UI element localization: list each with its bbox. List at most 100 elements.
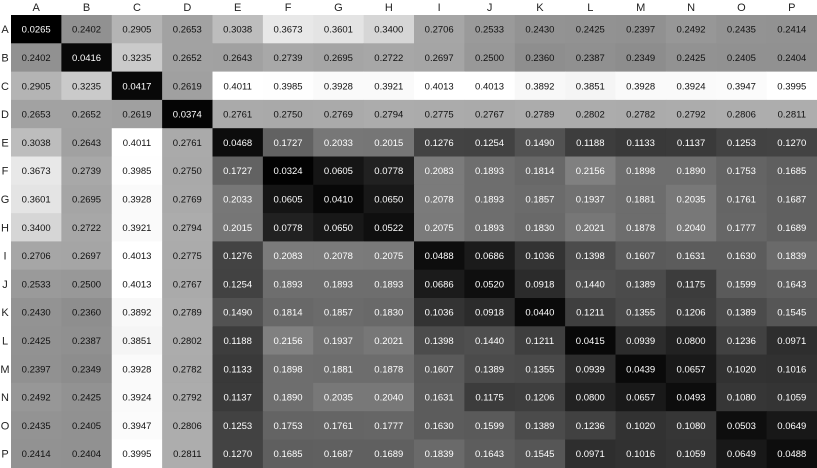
cell-value-label: 0.1236	[576, 421, 605, 432]
cell-value-label: 0.0657	[626, 393, 655, 404]
y-tick-label: A	[1, 24, 9, 36]
cell-value-label: 0.1440	[475, 336, 504, 347]
cell-value-label: 0.0439	[626, 364, 655, 375]
cell-value-label: 0.2435	[22, 421, 51, 432]
cell-value-label: 0.3947	[122, 421, 151, 432]
cell-value-label: 0.1893	[475, 166, 504, 177]
cell-value-label: 0.0522	[374, 223, 403, 234]
cell-value-label: 0.0939	[576, 364, 605, 375]
cell-value-label: 0.1599	[727, 279, 756, 290]
cell-value-label: 0.1687	[324, 449, 353, 460]
cell-value-label: 0.1254	[223, 279, 252, 290]
cell-value-label: 0.1440	[576, 279, 605, 290]
cell-value-label: 0.2075	[374, 251, 403, 262]
cell-value-label: 0.2802	[576, 110, 605, 121]
cell-value-label: 0.2425	[576, 25, 605, 36]
cell-value-label: 0.0918	[525, 279, 554, 290]
cell-value-label: 0.2789	[173, 308, 202, 319]
cell-value-label: 0.2387	[72, 336, 101, 347]
x-tick-label: G	[334, 2, 343, 14]
cell-value-label: 0.2750	[274, 110, 303, 121]
cell-value-label: 0.0657	[677, 364, 706, 375]
cell-value-label: 0.4011	[224, 81, 252, 92]
cell-value-label: 0.3601	[324, 25, 353, 36]
x-tick-label: P	[788, 2, 795, 14]
cell-value-label: 0.1839	[425, 449, 454, 460]
y-tick-label: D	[1, 109, 9, 121]
cell-value-label: 0.2033	[223, 194, 252, 205]
cell-value-label: 0.2349	[72, 364, 101, 375]
cell-value-label: 0.1175	[677, 279, 705, 290]
cell-value-label: 0.1630	[727, 251, 756, 262]
y-tick-label: H	[1, 222, 9, 234]
cell-value-label: 0.1211	[526, 336, 554, 347]
cell-value-label: 0.2802	[173, 336, 202, 347]
cell-value-label: 0.2769	[324, 110, 353, 121]
cell-value-label: 0.3038	[223, 25, 252, 36]
x-tick-label: L	[587, 2, 593, 14]
cell-value-label: 0.0649	[777, 421, 806, 432]
cell-value-label: 0.3038	[22, 138, 51, 149]
cell-value-label: 0.0265	[22, 25, 51, 36]
cell-value-label: 0.1777	[374, 421, 403, 432]
cell-value-label: 0.2794	[173, 223, 202, 234]
cell-value-label: 0.1059	[677, 449, 706, 460]
cell-value-label: 0.0417	[122, 81, 151, 92]
cell-value-label: 0.2360	[72, 308, 101, 319]
cell-value-label: 0.3924	[122, 393, 151, 404]
x-tick-label: J	[487, 2, 493, 14]
cell-value-label: 0.1599	[475, 421, 504, 432]
cell-value-label: 0.2792	[173, 393, 202, 404]
cell-value-label: 0.3673	[274, 25, 303, 36]
cell-value-label: 0.1814	[274, 308, 303, 319]
cell-value-label: 0.1753	[727, 166, 756, 177]
cell-value-label: 0.1893	[374, 279, 403, 290]
cell-value-label: 0.0416	[72, 53, 101, 64]
cell-value-label: 0.1270	[777, 138, 806, 149]
y-tick-label: K	[1, 307, 9, 319]
x-tick-label: F	[285, 2, 292, 14]
cell-value-label: 0.1389	[626, 279, 655, 290]
cell-value-label: 0.1630	[425, 421, 454, 432]
cell-value-label: 0.1753	[274, 421, 303, 432]
cell-value-label: 0.1685	[274, 449, 303, 460]
cell-value-label: 0.1133	[627, 138, 655, 149]
cell-value-label: 0.2405	[727, 53, 756, 64]
cell-value-label: 0.0650	[374, 194, 403, 205]
cell-value-label: 0.0650	[324, 223, 353, 234]
cell-value-label: 0.1188	[576, 138, 604, 149]
cell-value-label: 0.0324	[274, 166, 303, 177]
cell-value-label: 0.2430	[525, 25, 554, 36]
cell-value-label: 0.2769	[173, 194, 202, 205]
cell-value-label: 0.2021	[576, 223, 605, 234]
cell-value-label: 0.4013	[122, 279, 151, 290]
cell-value-label: 0.2156	[576, 166, 605, 177]
y-tick-label: F	[2, 166, 9, 178]
cell-value-label: 0.3921	[374, 81, 403, 92]
cell-value-label: 0.2652	[173, 53, 202, 64]
cell-value-label: 0.0605	[274, 194, 303, 205]
cell-value-label: 0.2761	[173, 138, 202, 149]
y-tick-label: M	[0, 364, 9, 376]
cell-value-label: 0.2653	[22, 110, 51, 121]
cell-value-label: 0.1276	[425, 138, 454, 149]
cell-value-label: 0.1727	[274, 138, 303, 149]
x-tick-label: M	[636, 2, 645, 14]
cell-value-label: 0.2349	[626, 53, 655, 64]
cell-value-label: 0.2402	[22, 53, 51, 64]
cell-value-label: 0.2775	[425, 110, 454, 121]
cell-value-label: 0.3928	[122, 364, 151, 375]
cell-value-label: 0.0440	[525, 308, 554, 319]
cell-value-label: 0.0410	[324, 194, 353, 205]
cell-value-label: 0.0649	[727, 449, 756, 460]
cell-value-label: 0.1355	[626, 308, 655, 319]
cell-value-label: 0.3400	[374, 25, 403, 36]
cell-value-label: 0.3235	[72, 81, 101, 92]
cell-value-label: 0.3851	[576, 81, 605, 92]
cell-value-label: 0.2402	[72, 25, 101, 36]
cell-value-label: 0.2156	[274, 336, 303, 347]
cell-value-label: 0.1137	[677, 138, 705, 149]
cell-value-label: 0.2619	[173, 81, 202, 92]
cell-value-label: 0.1059	[777, 393, 806, 404]
cell-value-label: 0.3921	[122, 223, 151, 234]
